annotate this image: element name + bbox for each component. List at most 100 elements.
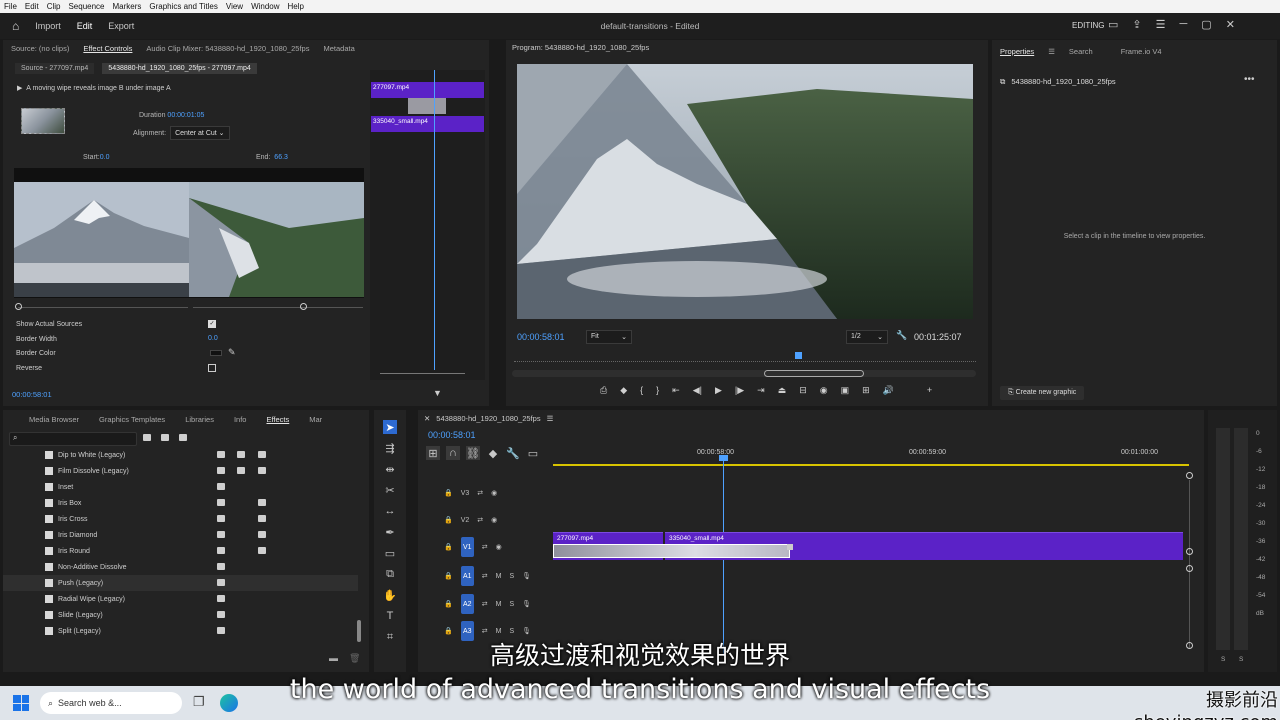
mini-clip-a[interactable]: 277097.mp4: [373, 84, 409, 91]
end-slider-handle[interactable]: [300, 303, 307, 310]
track-target-a2[interactable]: A2: [460, 594, 474, 614]
vertical-zoom-handle[interactable]: [1186, 565, 1193, 572]
wrench-icon[interactable]: 🔧: [896, 330, 907, 341]
menu-help[interactable]: Help: [284, 2, 308, 11]
list-item[interactable]: Radial Wipe (Legacy): [3, 591, 358, 607]
workspace-icon[interactable]: ▭: [1108, 18, 1118, 31]
tab-media-browser[interactable]: Media Browser: [29, 415, 79, 424]
eye-icon[interactable]: ◉: [491, 516, 497, 524]
end-value[interactable]: 66.3: [274, 154, 288, 161]
go-to-out-icon[interactable]: ⇥: [757, 385, 765, 396]
razor-icon[interactable]: ✂: [383, 483, 397, 497]
mute-icon[interactable]: M: [496, 601, 502, 608]
mic-icon[interactable]: 🎙: [522, 627, 531, 635]
mini-clip-b[interactable]: 335040_small.mp4: [373, 118, 428, 125]
list-item[interactable]: Inset: [3, 479, 358, 495]
track-select-icon[interactable]: ⇶: [383, 441, 397, 455]
add-marker-icon[interactable]: ◆: [486, 446, 500, 460]
generative-extend-icon[interactable]: ⧉: [383, 567, 397, 581]
more-options-icon[interactable]: •••: [1244, 74, 1255, 85]
nav-export[interactable]: Export: [108, 21, 134, 31]
sync-lock-icon[interactable]: ⇄: [482, 543, 488, 551]
tab-info[interactable]: Info: [234, 415, 247, 424]
menu-edit[interactable]: Edit: [21, 2, 43, 11]
lock-icon[interactable]: 🔒: [444, 572, 453, 580]
list-item[interactable]: Iris Diamond: [3, 527, 358, 543]
nest-icon[interactable]: ⊞: [426, 446, 440, 460]
create-graphic-button[interactable]: ⎘ Create new graphic: [1000, 386, 1085, 400]
eyedropper-icon[interactable]: ✎: [228, 347, 236, 358]
tab-properties[interactable]: Properties: [1000, 47, 1034, 56]
tab-effects[interactable]: Effects: [266, 415, 289, 424]
32bit-filter-icon[interactable]: [161, 434, 169, 441]
close-sequence-icon[interactable]: ✕: [424, 414, 430, 423]
zoom-scrollbar[interactable]: [512, 370, 976, 377]
minimize-icon[interactable]: ─: [1180, 18, 1188, 31]
sync-lock-icon[interactable]: ⇄: [477, 516, 483, 524]
menu-window[interactable]: Window: [247, 2, 283, 11]
yuv-filter-icon[interactable]: [179, 434, 187, 441]
list-item[interactable]: Non-Additive Dissolve: [3, 559, 358, 575]
camera-icon[interactable]: ◉: [820, 385, 828, 396]
ripple-edit-icon[interactable]: ⇹: [383, 462, 397, 476]
share-icon[interactable]: ⇪: [1132, 18, 1141, 31]
vertical-zoom-handle[interactable]: [1186, 472, 1193, 479]
effects-search-input[interactable]: ⌕: [9, 432, 137, 446]
start-slider-handle[interactable]: [15, 303, 22, 310]
volume-icon[interactable]: 🔊: [883, 385, 894, 396]
mark-in-icon[interactable]: {: [640, 385, 643, 396]
safe-margins-icon[interactable]: ⊞: [862, 385, 870, 396]
nav-import[interactable]: Import: [35, 21, 61, 31]
snap-icon[interactable]: ∩: [446, 446, 460, 460]
linked-selection-icon[interactable]: ⛓: [466, 446, 480, 460]
start-value[interactable]: 0.0: [100, 154, 110, 161]
reverse-checkbox[interactable]: [208, 364, 216, 372]
alignment-dropdown[interactable]: Center at Cut ⌄: [170, 126, 230, 140]
menu-markers[interactable]: Markers: [109, 2, 146, 11]
menu-file[interactable]: File: [0, 2, 21, 11]
sync-lock-icon[interactable]: ⇄: [482, 627, 488, 635]
sync-lock-icon[interactable]: ⇄: [482, 600, 488, 608]
tab-libraries[interactable]: Libraries: [185, 415, 214, 424]
workspace-label[interactable]: EDITING: [1072, 21, 1104, 30]
tab-search[interactable]: Search: [1069, 47, 1093, 56]
list-item-selected[interactable]: Push (Legacy): [3, 575, 358, 591]
play-transition-icon[interactable]: ▶: [17, 85, 22, 92]
track-target-v1[interactable]: V1: [460, 537, 474, 557]
menu-view[interactable]: View: [222, 2, 247, 11]
tab-frameio[interactable]: Frame.io V4: [1121, 47, 1162, 56]
menu-graphics[interactable]: Graphics and Titles: [145, 2, 221, 11]
mic-icon[interactable]: 🎙: [522, 572, 531, 580]
border-width-value[interactable]: 0.0: [208, 335, 218, 342]
tab-metadata[interactable]: Metadata: [323, 44, 354, 53]
export-frame-icon[interactable]: ⎙: [600, 385, 607, 396]
tab-effect-controls[interactable]: Effect Controls: [83, 44, 132, 53]
play-icon[interactable]: ▶: [715, 385, 722, 396]
accelerated-filter-icon[interactable]: [143, 434, 151, 441]
list-item[interactable]: Slide (Legacy): [3, 607, 358, 623]
rectangle-tool-icon[interactable]: ▭: [383, 546, 397, 560]
list-item[interactable]: Iris Box: [3, 495, 358, 511]
sync-lock-icon[interactable]: ⇄: [482, 572, 488, 580]
program-scrubber[interactable]: [514, 352, 976, 362]
maximize-icon[interactable]: ▢: [1201, 18, 1211, 31]
menu-clip[interactable]: Clip: [43, 2, 65, 11]
add-button-icon[interactable]: +: [927, 385, 932, 396]
captions-icon[interactable]: ▭: [526, 446, 540, 460]
close-icon[interactable]: ✕: [1226, 18, 1235, 31]
mic-icon[interactable]: 🎙: [522, 600, 531, 608]
list-item[interactable]: Dip to White (Legacy): [3, 447, 358, 463]
eye-icon[interactable]: ◉: [491, 489, 497, 497]
menu-sequence[interactable]: Sequence: [64, 2, 108, 11]
tab-markers[interactable]: Mar: [309, 415, 322, 424]
nav-edit[interactable]: Edit: [77, 21, 93, 31]
sequence-name[interactable]: 5438880-hd_1920_1080_25fps: [436, 414, 540, 423]
type-tool-icon[interactable]: T: [383, 609, 397, 623]
mute-icon[interactable]: M: [496, 628, 502, 635]
playhead-marker[interactable]: [795, 352, 802, 359]
subtab-source-clip[interactable]: Source - 277097.mp4: [15, 63, 95, 74]
mini-transition-marker[interactable]: [408, 98, 446, 114]
add-marker-icon[interactable]: ◆: [620, 385, 627, 396]
tab-audio-clip-mixer[interactable]: Audio Clip Mixer: 5438880-hd_1920_1080_2…: [146, 44, 309, 53]
show-actual-sources-checkbox[interactable]: ✓: [208, 320, 216, 328]
